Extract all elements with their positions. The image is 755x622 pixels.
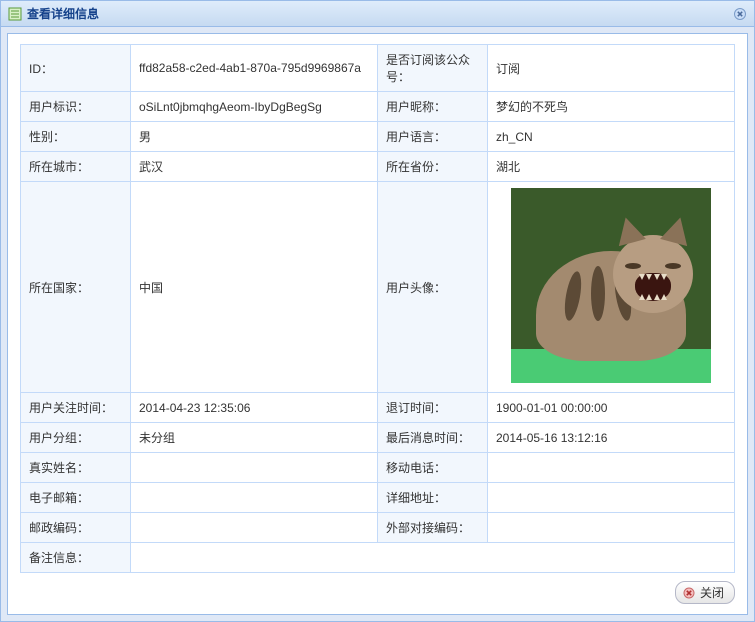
value-unsubscribe-time: 1900-01-01 00:00:00	[488, 393, 735, 423]
table-row: 邮政编码： 外部对接编码：	[21, 513, 735, 543]
form-icon	[7, 6, 23, 22]
label-follow-time: 用户关注时间：	[21, 393, 131, 423]
label-id: ID：	[21, 45, 131, 92]
detail-dialog: 查看详细信息 ID： ffd82a58-c2ed-4ab1-870a-795d9…	[0, 0, 755, 622]
dialog-footer: 关闭	[20, 581, 735, 604]
label-last-message-time: 最后消息时间：	[378, 423, 488, 453]
value-province: 湖北	[488, 152, 735, 182]
table-row: 性别： 男 用户语言： zh_CN	[21, 122, 735, 152]
label-unsubscribe-time: 退订时间：	[378, 393, 488, 423]
value-user-identity: oSiLnt0jbmqhgAeom-IbyDgBegSg	[131, 92, 378, 122]
value-follow-time: 2014-04-23 12:35:06	[131, 393, 378, 423]
detail-table: ID： ffd82a58-c2ed-4ab1-870a-795d9969867a…	[20, 44, 735, 573]
label-avatar: 用户头像：	[378, 182, 488, 393]
close-icon	[734, 8, 746, 20]
table-row: ID： ffd82a58-c2ed-4ab1-870a-795d9969867a…	[21, 45, 735, 92]
table-row: 所在城市： 武汉 所在省份： 湖北	[21, 152, 735, 182]
close-button-label: 关闭	[700, 584, 724, 601]
label-language: 用户语言：	[378, 122, 488, 152]
value-address	[488, 483, 735, 513]
value-real-name	[131, 453, 378, 483]
label-nickname: 用户昵称：	[378, 92, 488, 122]
close-button[interactable]: 关闭	[675, 581, 735, 604]
value-remarks	[131, 543, 735, 573]
dialog-close-button[interactable]	[732, 6, 748, 22]
value-language: zh_CN	[488, 122, 735, 152]
label-address: 详细地址：	[378, 483, 488, 513]
table-row: 用户标识： oSiLnt0jbmqhgAeom-IbyDgBegSg 用户昵称：…	[21, 92, 735, 122]
label-email: 电子邮箱：	[21, 483, 131, 513]
dialog-header[interactable]: 查看详细信息	[1, 1, 754, 27]
table-row: 备注信息：	[21, 543, 735, 573]
label-city: 所在城市：	[21, 152, 131, 182]
label-user-identity: 用户标识：	[21, 92, 131, 122]
label-real-name: 真实姓名：	[21, 453, 131, 483]
value-group: 未分组	[131, 423, 378, 453]
value-nickname: 梦幻的不死鸟	[488, 92, 735, 122]
value-country: 中国	[131, 182, 378, 393]
value-avatar	[488, 182, 735, 393]
table-row: 真实姓名： 移动电话：	[21, 453, 735, 483]
value-mobile	[488, 453, 735, 483]
label-remarks: 备注信息：	[21, 543, 131, 573]
close-icon	[682, 586, 696, 600]
value-postal-code	[131, 513, 378, 543]
label-group: 用户分组：	[21, 423, 131, 453]
value-last-message-time: 2014-05-16 13:12:16	[488, 423, 735, 453]
label-external-id: 外部对接编码：	[378, 513, 488, 543]
label-postal-code: 邮政编码：	[21, 513, 131, 543]
label-gender: 性别：	[21, 122, 131, 152]
table-row: 用户分组： 未分组 最后消息时间： 2014-05-16 13:12:16	[21, 423, 735, 453]
label-province: 所在省份：	[378, 152, 488, 182]
table-row: 所在国家： 中国 用户头像：	[21, 182, 735, 393]
dialog-body: ID： ffd82a58-c2ed-4ab1-870a-795d9969867a…	[7, 33, 748, 615]
value-id: ffd82a58-c2ed-4ab1-870a-795d9969867a	[131, 45, 378, 92]
dialog-title: 查看详细信息	[27, 5, 732, 22]
table-row: 用户关注时间： 2014-04-23 12:35:06 退订时间： 1900-0…	[21, 393, 735, 423]
value-city: 武汉	[131, 152, 378, 182]
avatar-image	[511, 188, 711, 383]
label-country: 所在国家：	[21, 182, 131, 393]
table-row: 电子邮箱： 详细地址：	[21, 483, 735, 513]
label-subscribed: 是否订阅该公众号：	[378, 45, 488, 92]
label-mobile: 移动电话：	[378, 453, 488, 483]
value-subscribed: 订阅	[488, 45, 735, 92]
value-external-id	[488, 513, 735, 543]
value-gender: 男	[131, 122, 378, 152]
value-email	[131, 483, 378, 513]
